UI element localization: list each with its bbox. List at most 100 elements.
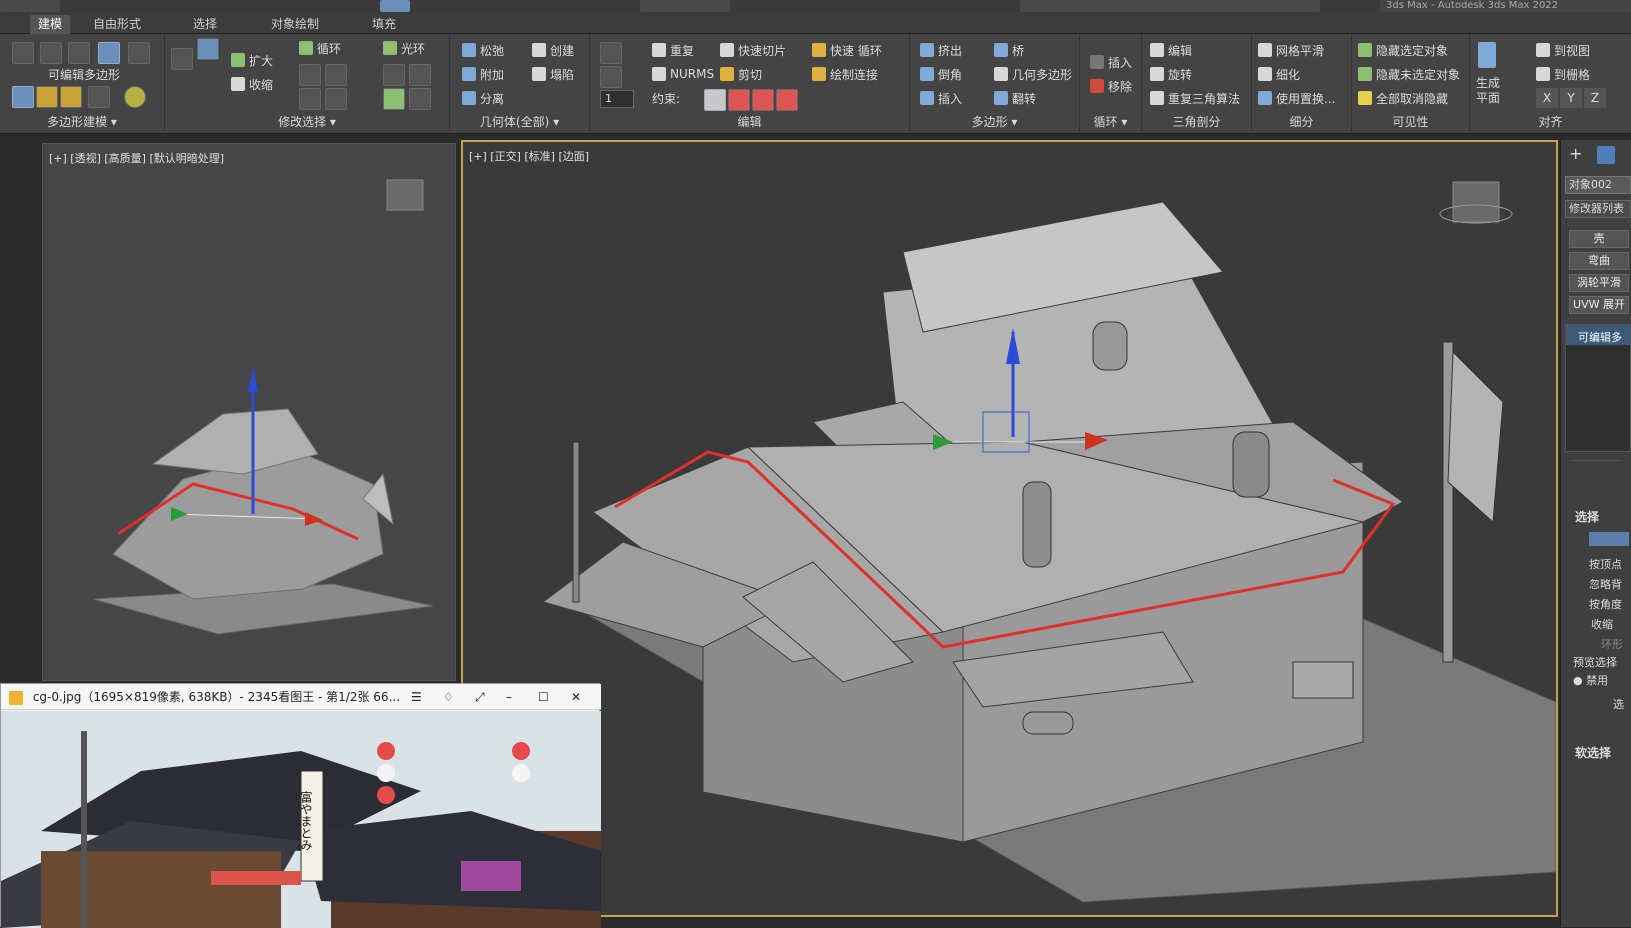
show-end-icon[interactable] (60, 86, 82, 108)
tri-turn-button[interactable]: 旋转 (1150, 64, 1192, 84)
to-view-button[interactable]: 到视图 (1536, 40, 1590, 60)
cut-button[interactable]: 剪切 (720, 64, 762, 84)
tri-edit-button[interactable]: 编辑 (1150, 40, 1192, 60)
generate-plane-icon[interactable] (1478, 42, 1496, 68)
grow-ring-icon[interactable] (383, 64, 405, 86)
shrink-selection-button[interactable]: 收缩 (1591, 616, 1613, 632)
undo-redo-icons[interactable] (0, 0, 60, 12)
spinner-input[interactable]: 1 (600, 90, 634, 108)
bridge-button[interactable]: 桥 (994, 40, 1024, 60)
expand-button[interactable]: 扩大 (231, 50, 273, 70)
selection-rollout-title[interactable]: 选择 (1575, 508, 1599, 525)
attach-button[interactable]: 附加 (462, 64, 504, 84)
tab-populate[interactable]: 填充 (364, 15, 404, 34)
nurms-button[interactable]: NURMS (652, 64, 714, 84)
detach-button[interactable]: 分离 (462, 88, 504, 108)
viewport-orthographic[interactable]: [+] [正交] [标准] [边面] (461, 140, 1558, 917)
shrink-loop-icon[interactable] (325, 64, 347, 86)
preserve-uv-icon[interactable] (600, 42, 622, 64)
ring-dropdown-icon[interactable] (409, 88, 431, 110)
quickslice-button[interactable]: 快速切片 (720, 40, 786, 60)
modifier-stack[interactable]: 可编辑多 (1565, 324, 1631, 452)
stack-tools[interactable] (1571, 460, 1621, 474)
group-label-polygons[interactable]: 多边形 ▾ (910, 113, 1079, 130)
fullscreen-icon[interactable]: ⤢ (475, 684, 485, 710)
turbosmooth-button[interactable]: 涡轮平滑 (1569, 274, 1629, 292)
loop-dropdown-icon[interactable] (325, 88, 347, 110)
repeat-button[interactable]: 重复 (652, 40, 694, 60)
group-label-modifysel[interactable]: 修改选择 ▾ (165, 113, 449, 130)
shell-button[interactable]: 壳 (1569, 230, 1629, 248)
create-plus-icon[interactable]: + (1569, 146, 1585, 162)
maximize-icon[interactable]: ☐ (538, 684, 549, 710)
tab-object-paint[interactable]: 对象绘制 (263, 15, 327, 34)
constraint-normal-icon[interactable] (776, 89, 798, 111)
hide-unselected-button[interactable]: 隐藏未选定对象 (1358, 64, 1460, 84)
tab-modeling[interactable]: 建模 (30, 15, 71, 34)
ring-mode-icon[interactable] (383, 88, 405, 110)
align-z-button[interactable]: Z (1584, 88, 1606, 108)
loop-mode-icon[interactable] (299, 88, 321, 110)
bevel-button[interactable]: 倒角 (920, 64, 962, 84)
paintconnect-button[interactable]: 绘制连接 (812, 64, 878, 84)
grow-icon[interactable] (171, 48, 193, 70)
meshsmooth-button[interactable]: 网格平滑 (1258, 40, 1324, 60)
vertex-mode-icon[interactable] (12, 42, 34, 64)
close-icon[interactable]: ✕ (571, 684, 581, 710)
generate-plane-label[interactable]: 生成平面 (1474, 76, 1502, 106)
tweak-icon[interactable] (600, 66, 622, 88)
render-tools-icons[interactable] (1020, 0, 1320, 12)
group-label-polymodel[interactable]: 多边形建模 ▾ (0, 113, 164, 130)
preview-icon[interactable] (124, 86, 146, 108)
modify-tab-icon[interactable] (1597, 146, 1615, 164)
soft-selection-rollout[interactable]: 软选择 (1575, 744, 1611, 761)
create-button[interactable]: 创建 (532, 40, 574, 60)
usedisp-button[interactable]: 使用置换... (1258, 88, 1335, 108)
retriangulate-button[interactable]: 重复三角算法 (1150, 88, 1240, 108)
group-label-geometry[interactable]: 几何体(全部) ▾ (450, 113, 589, 130)
select-move-icon[interactable] (380, 0, 410, 12)
geopoly-button[interactable]: 几何多边形 (994, 64, 1072, 84)
tab-freeform[interactable]: 自由形式 (85, 15, 149, 34)
by-vertex-checkbox[interactable]: 按顶点 (1589, 556, 1622, 572)
ring-selection-button[interactable]: 环形 (1601, 636, 1623, 652)
loop-insert-button[interactable]: 插入 (1090, 52, 1132, 72)
modifier-list-dropdown[interactable]: 修改器列表 (1565, 200, 1631, 218)
ring-button[interactable]: 光环 (383, 38, 425, 58)
bend-button[interactable]: 弯曲 (1569, 252, 1629, 270)
polygon-mode-icon[interactable] (98, 42, 120, 64)
select-icon[interactable] (197, 38, 219, 60)
inset-button[interactable]: 插入 (920, 88, 962, 108)
snap-tools-icons[interactable] (640, 0, 730, 12)
ignore-backface-checkbox[interactable]: 忽略背 (1589, 576, 1622, 592)
border-mode-icon[interactable] (68, 42, 90, 64)
selection-mode-icons[interactable] (1589, 532, 1629, 546)
collapse-button[interactable]: 塌陷 (532, 64, 574, 84)
grow-loop-icon[interactable] (299, 64, 321, 86)
constraint-face-icon[interactable] (752, 89, 774, 111)
shrink-ring-icon[interactable] (409, 64, 431, 86)
stack-item-editable-poly[interactable]: 可编辑多 (1566, 325, 1630, 345)
viewport-perspective[interactable]: [+] [透视] [高质量] [默认明暗处理] (42, 143, 456, 681)
constraint-none-icon[interactable] (704, 89, 726, 111)
preview-disabled-radio[interactable]: ● 禁用 (1573, 672, 1608, 688)
edge-mode-icon[interactable] (40, 42, 62, 64)
loop-remove-button[interactable]: 移除 (1090, 76, 1132, 96)
make-unique-icon[interactable] (88, 86, 110, 108)
skin-icon[interactable]: ♢ (443, 684, 454, 710)
flip-button[interactable]: 翻转 (994, 88, 1036, 108)
loop-button[interactable]: 循环 (299, 38, 341, 58)
extrude-button[interactable]: 挤出 (920, 40, 962, 60)
hide-selected-button[interactable]: 隐藏选定对象 (1358, 40, 1448, 60)
stack-icon[interactable] (36, 86, 58, 108)
group-label-loops[interactable]: 循环 ▾ (1080, 113, 1141, 130)
tessellate-button[interactable]: 细化 (1258, 64, 1300, 84)
uvw-unwrap-button[interactable]: UVW 展开 (1569, 296, 1629, 314)
object-name-field[interactable]: 对象002 (1565, 176, 1631, 194)
modify-mode-icon[interactable] (12, 86, 34, 108)
tab-selection[interactable]: 选择 (185, 15, 225, 34)
menu-icon[interactable]: ☰ (411, 684, 422, 710)
minimize-icon[interactable]: – (506, 684, 512, 710)
by-angle-checkbox[interactable]: 按角度 (1589, 596, 1622, 612)
image-viewer-titlebar[interactable]: cg-0.jpg（1695×819像素, 638KB）- 2345看图王 - 第… (1, 684, 601, 710)
